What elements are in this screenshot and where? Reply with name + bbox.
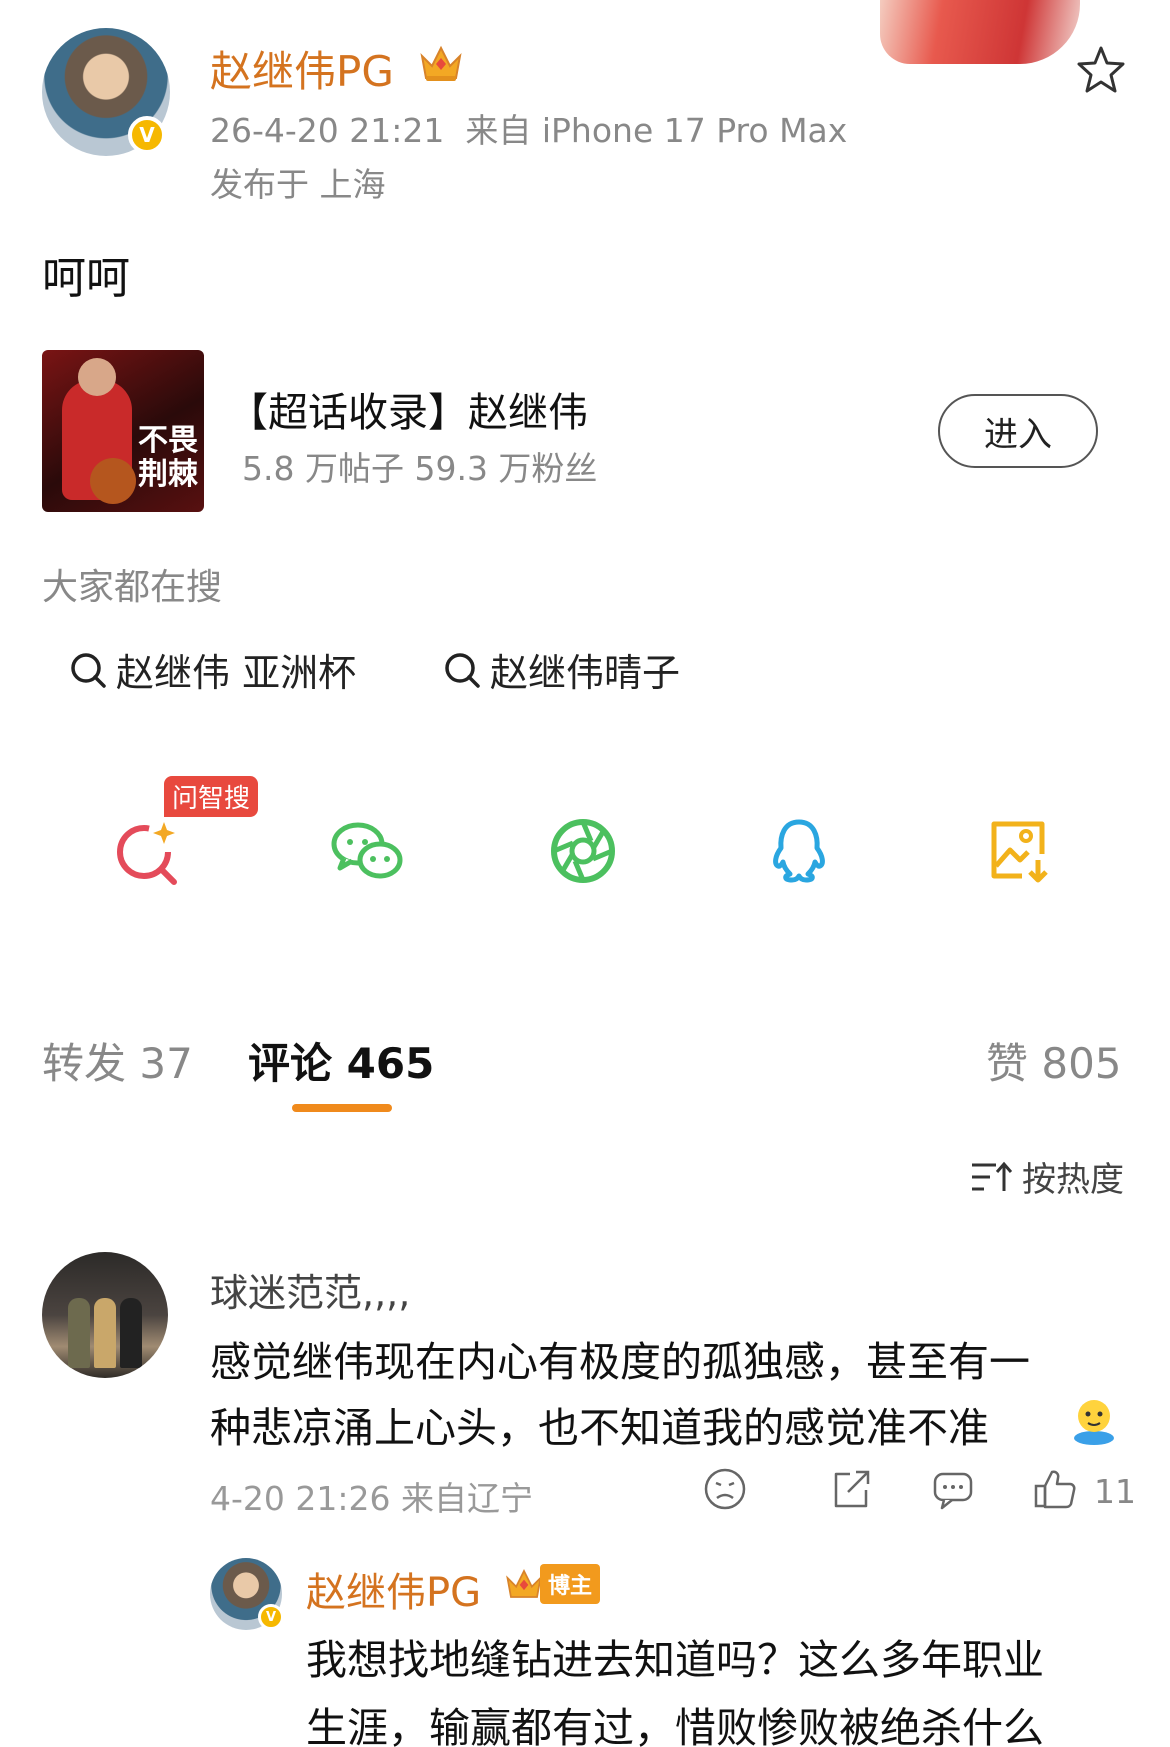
commenter-avatar[interactable] (42, 1252, 168, 1378)
decorative-flag-banner (880, 0, 1080, 64)
search-icon (445, 652, 480, 688)
post-timestamp: 26-4-20 21:21 (210, 111, 445, 150)
verified-badge: V (258, 1604, 284, 1630)
sort-icon (972, 1161, 1012, 1191)
author-badge-label: 博主 (540, 1564, 601, 1604)
author-badge: 博主 (504, 1564, 601, 1604)
crown-icon (506, 1569, 542, 1598)
moments-icon[interactable] (546, 814, 620, 888)
supertopic-cover-image[interactable]: 不畏荆棘 (42, 350, 204, 512)
wechat-icon[interactable] (330, 814, 404, 888)
cover-player-head (78, 358, 116, 396)
comment-text-line: 种悲凉涌上心头，也不知道我的感觉准不准 (210, 1404, 989, 1452)
sort-toggle[interactable]: 按热度 (970, 1152, 1124, 1201)
supertopic-title[interactable]: 【超话收录】赵继伟 (228, 380, 588, 438)
crown-icon (420, 45, 462, 81)
qq-icon[interactable] (762, 814, 836, 888)
post-text: 呵呵 (42, 253, 130, 304)
hot-search-title: 大家都在搜 (42, 567, 223, 608)
enter-supertopic-button[interactable]: 进入 (938, 394, 1098, 468)
post-meta: 26-4-20 21:21 来自 iPhone 17 Pro Max (210, 104, 847, 152)
cover-text: 不畏荆棘 (138, 423, 198, 492)
comment-like-count: 11 (1094, 1472, 1136, 1511)
ai-search-badge: 问智搜 (164, 776, 259, 817)
ai-search-icon[interactable] (112, 814, 186, 888)
verified-badge: V (128, 116, 166, 154)
post-source: 来自 iPhone 17 Pro Max (465, 111, 848, 150)
reply-author-name[interactable]: 赵继伟PG (306, 1560, 481, 1618)
search-icon (71, 652, 106, 688)
dislike-face-icon[interactable] (702, 1466, 748, 1512)
like-thumb-icon[interactable] (1032, 1466, 1078, 1512)
favorite-star-icon[interactable] (1075, 44, 1127, 96)
tab-likes[interactable]: 赞 805 (986, 1030, 1122, 1091)
avatar-figure (68, 1298, 90, 1368)
reply-text-line: 我想找地缝钻进去知道吗？这么多年职业 (306, 1636, 1044, 1684)
comment-text-line: 感觉继伟现在内心有极度的孤独感，甚至有一 (210, 1338, 1030, 1386)
tab-repost[interactable]: 转发 37 (42, 1030, 193, 1091)
share-icon[interactable] (828, 1466, 874, 1512)
tab-comments[interactable]: 评论 465 (248, 1030, 434, 1091)
active-tab-indicator (292, 1104, 392, 1112)
save-image-icon[interactable] (982, 814, 1056, 888)
sort-label: 按热度 (1022, 1160, 1124, 1200)
hot-search-item[interactable]: 赵继伟 亚洲杯 (68, 642, 356, 697)
author-name[interactable]: 赵继伟PG (210, 38, 394, 99)
avatar-figure (120, 1298, 142, 1368)
post-location: 发布于 上海 (210, 165, 386, 204)
avatar-figure (94, 1298, 116, 1368)
comment-meta: 4-20 21:26 来自辽宁 (210, 1479, 533, 1518)
hot-search-item[interactable]: 赵继伟晴子 (442, 642, 680, 697)
hot-search-label: 赵继伟 亚洲杯 (116, 651, 357, 695)
comment-icon[interactable] (930, 1466, 976, 1512)
supertopic-stats: 5.8 万帖子 59.3 万粉丝 (242, 449, 598, 488)
commenter-name[interactable]: 球迷范范,,,, (210, 1262, 410, 1317)
emoji-icon (1074, 1400, 1114, 1445)
reply-text-line: 生涯，输赢都有过，惜败惨败被绝杀什么 (306, 1704, 1044, 1747)
hot-search-label: 赵继伟晴子 (490, 651, 681, 695)
